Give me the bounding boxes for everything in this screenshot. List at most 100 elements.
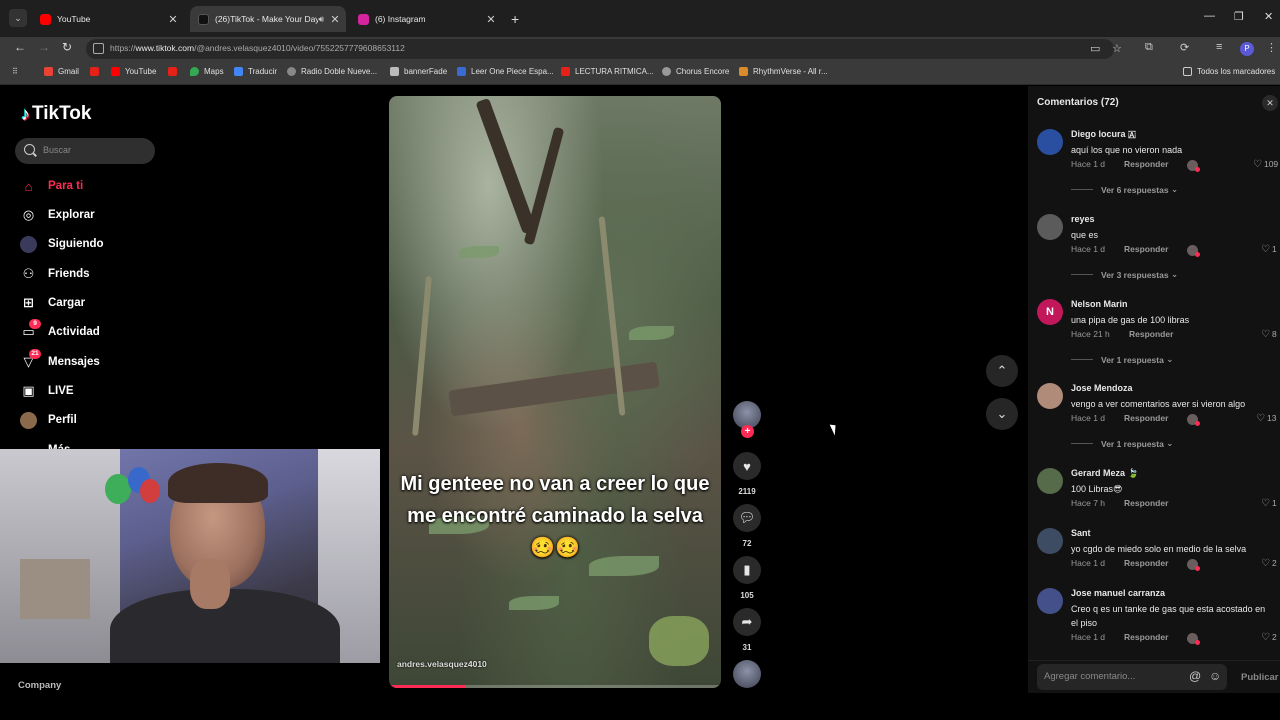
extensions-icon[interactable]: ⧉	[1145, 41, 1153, 54]
reply-button[interactable]: Responder	[1124, 159, 1168, 169]
close-tab-icon[interactable]: ✕	[166, 13, 180, 26]
bookmark-one-piece[interactable]: Leer One Piece Espa...	[457, 67, 554, 76]
commenter-avatar[interactable]	[1037, 468, 1063, 494]
bookmark-traducir[interactable]: Traducir	[234, 67, 277, 76]
comment-like-button[interactable]: ♡ 8	[1261, 329, 1277, 340]
tab-search-chevron-icon[interactable]: ⌄	[9, 9, 27, 27]
reply-button[interactable]: Responder	[1124, 244, 1168, 254]
commenter-avatar[interactable]: N	[1037, 299, 1063, 325]
commenter-avatar[interactable]	[1037, 528, 1063, 554]
commenter-avatar[interactable]	[1037, 383, 1063, 409]
mention-at-icon[interactable]: @	[1189, 669, 1201, 683]
view-replies-button[interactable]: Ver 1 respuesta ⌄	[1071, 438, 1173, 449]
forward-arrow-icon[interactable]: →	[38, 40, 50, 54]
music-disc-avatar[interactable]	[733, 660, 761, 688]
menu-dots-icon[interactable]: ⋮	[1266, 41, 1277, 54]
speaker-icon[interactable]: 🔊︎	[318, 14, 324, 25]
comment-username[interactable]: Sant	[1071, 528, 1091, 538]
bookmark-red-1[interactable]	[90, 67, 104, 76]
comment-input[interactable]: Agregar comentario... @ ☺	[1037, 664, 1227, 690]
emoji-icon[interactable]: ☺	[1209, 669, 1221, 683]
view-replies-button[interactable]: Ver 1 respuesta ⌄	[1071, 354, 1173, 365]
bookmark-bannerfade[interactable]: bannerFade	[390, 67, 447, 76]
comment-like-button[interactable]: ♡ 109	[1253, 159, 1278, 170]
tiktok-logo[interactable]: ♪ TikTok	[21, 103, 91, 125]
comment-username[interactable]: Jose Mendoza	[1071, 383, 1133, 393]
comment-username[interactable]: reyes	[1071, 214, 1095, 224]
reply-button[interactable]: Responder	[1124, 558, 1168, 568]
bookmark-rhythmverse[interactable]: RhythmVerse - All r...	[739, 67, 828, 76]
tab-youtube[interactable]: YouTube ✕	[32, 6, 184, 32]
window-close-icon[interactable]: ✕	[1264, 10, 1273, 23]
comment-like-button[interactable]: ♡ 13	[1256, 413, 1276, 424]
media-controls-icon[interactable]: ≡	[1216, 41, 1222, 53]
tab-instagram[interactable]: (6) Instagram ✕	[350, 6, 502, 32]
bookmark-youtube[interactable]: YouTube	[111, 67, 156, 76]
comment-username[interactable]: Nelson Marin	[1071, 299, 1128, 309]
reply-button[interactable]: Responder	[1124, 632, 1168, 642]
bookmark-star-icon[interactable]: ☆	[1112, 42, 1122, 55]
save-button[interactable]: ▮	[733, 556, 761, 584]
site-info-icon[interactable]	[93, 43, 104, 54]
new-tab-plus-icon[interactable]: +	[511, 11, 519, 27]
commenter-avatar[interactable]	[1037, 214, 1063, 240]
sidebar-item-para-ti[interactable]: ⌂ Para ti	[20, 175, 84, 197]
comment-username[interactable]: Gerard Meza 🍃	[1071, 468, 1139, 479]
commenter-avatar[interactable]	[1037, 129, 1063, 155]
close-tab-icon[interactable]: ✕	[484, 13, 498, 26]
bookmark-gmail[interactable]: Gmail	[44, 67, 79, 76]
cast-icon[interactable]: ▭	[1090, 42, 1100, 55]
bookmark-red-2[interactable]	[168, 67, 182, 76]
commenter-avatar[interactable]	[1037, 588, 1063, 614]
sidebar-item-mensajes[interactable]: ▽ 21 Mensajes	[20, 348, 100, 373]
comment-like-button[interactable]: ♡ 1	[1261, 244, 1277, 255]
url-text[interactable]: https://www.tiktok.com/@andres.velasquez…	[110, 43, 405, 53]
post-comment-button[interactable]: Publicar	[1241, 672, 1279, 683]
chevron-up-icon: ⌃	[996, 363, 1008, 378]
comment-item: Sant yo cgdo de miedo solo en medio de l…	[1037, 528, 1280, 578]
close-tab-icon[interactable]: ✕	[328, 13, 342, 26]
reload-icon[interactable]: ↻	[62, 40, 72, 54]
sidebar-item-perfil[interactable]: Perfil	[20, 409, 77, 431]
reply-button[interactable]: Responder	[1124, 498, 1168, 508]
sidebar-item-friends[interactable]: ⚇ Friends	[20, 263, 90, 285]
close-comments-icon[interactable]: ✕	[1262, 95, 1278, 111]
reply-button[interactable]: Responder	[1129, 329, 1173, 339]
bookmark-radio[interactable]: Radio Doble Nueve...	[287, 67, 377, 76]
search-input[interactable]: Buscar	[15, 138, 155, 164]
video-progress-bar[interactable]	[389, 685, 721, 688]
sidebar-item-explorar[interactable]: ◎ Explorar	[20, 204, 95, 226]
comment-like-button[interactable]: ♡ 2	[1261, 558, 1277, 569]
apps-grid-icon[interactable]: ⠿	[12, 67, 18, 76]
like-button[interactable]: ♥	[733, 452, 761, 480]
view-replies-button[interactable]: Ver 3 respuestas ⌄	[1071, 269, 1178, 280]
bookmark-chorus-encore[interactable]: Chorus Encore	[662, 67, 729, 76]
profile-avatar-icon[interactable]: P	[1240, 42, 1254, 56]
sidebar-item-siguiendo[interactable]: Siguiendo	[20, 233, 104, 255]
comment-like-button[interactable]: ♡ 1	[1261, 498, 1277, 509]
comment-username[interactable]: Jose manuel carranza	[1071, 588, 1165, 598]
back-arrow-icon[interactable]: ←	[14, 40, 26, 54]
footer-company-link[interactable]: Company	[18, 680, 61, 691]
minimize-icon[interactable]: —	[1204, 10, 1215, 22]
sidebar-item-cargar[interactable]: ⊞ Cargar	[20, 292, 85, 314]
bookmark-maps[interactable]: Maps	[190, 67, 224, 76]
video-player[interactable]: Mi genteee no van a creer lo que me enco…	[389, 96, 721, 688]
previous-video-button[interactable]: ⌃	[986, 355, 1018, 387]
share-button[interactable]: ➦	[733, 608, 761, 636]
view-replies-button[interactable]: Ver 6 respuestas ⌄	[1071, 184, 1178, 195]
restore-icon[interactable]: ❐	[1234, 10, 1244, 23]
comment-like-button[interactable]: ♡ 2	[1261, 632, 1277, 643]
comment-button[interactable]: 💬︎	[733, 504, 761, 532]
comment-username[interactable]: Diego locura 🇦	[1071, 129, 1136, 140]
sync-icon[interactable]: ⟳	[1180, 41, 1189, 54]
follow-plus-icon[interactable]: +	[741, 425, 754, 438]
sidebar-item-actividad[interactable]: ▭ 9 Actividad	[20, 318, 100, 343]
next-video-button[interactable]: ⌄	[986, 398, 1018, 430]
bookmark-lectura-ritmica[interactable]: LECTURA RITMICA...	[561, 67, 654, 76]
sidebar-item-live[interactable]: ▣ LIVE	[20, 380, 73, 402]
reply-button[interactable]: Responder	[1124, 413, 1168, 423]
tab-tiktok[interactable]: (26)TikTok - Make Your Day 🔊︎ ✕	[190, 6, 346, 32]
address-bar[interactable]: https://www.tiktok.com/@andres.velasquez…	[86, 39, 1122, 59]
all-bookmarks-folder[interactable]: Todos los marcadores	[1183, 67, 1275, 76]
